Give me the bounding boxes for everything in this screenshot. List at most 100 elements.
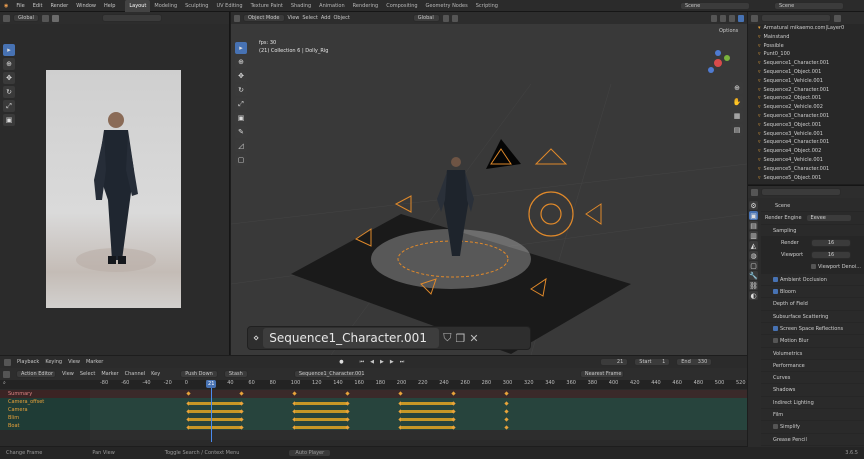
material-shading-icon[interactable]	[737, 14, 744, 22]
tab-texture-paint[interactable]: Texture Paint	[247, 0, 287, 12]
shot-name-field[interactable]: Sequence1_Character.001	[263, 328, 440, 348]
action-icon[interactable]: ⋄	[253, 333, 259, 344]
frame-start-field[interactable]: Start 1	[634, 358, 671, 366]
outliner-item[interactable]: ▿ Sequence4_Object.002	[748, 147, 864, 156]
timeline-view-menu[interactable]: View	[68, 359, 80, 365]
xray-icon[interactable]	[719, 14, 726, 22]
viewport-denoise-row[interactable]: Viewport Denoi...	[761, 261, 864, 274]
outliner-item[interactable]: ▿ Sequence5_Object.001	[748, 174, 864, 183]
keyframe-area[interactable]	[90, 390, 747, 440]
panel-subsurface-scattering[interactable]: Subsurface Scattering	[761, 310, 864, 323]
menu-window[interactable]: Window	[72, 0, 100, 12]
viewport-menu-add[interactable]: Add	[321, 15, 331, 21]
tool-tab-icon[interactable]: ⚙	[749, 201, 758, 210]
tab-rendering[interactable]: Rendering	[349, 0, 383, 12]
panel-screen-space-reflections[interactable]: Screen Space Reflections	[761, 322, 864, 336]
editor-type-icon[interactable]	[3, 370, 10, 378]
action-menu-select[interactable]: Select	[80, 371, 95, 377]
output-tab-icon[interactable]: ▤	[749, 221, 758, 230]
menu-edit[interactable]: Edit	[29, 0, 47, 12]
dopesheet-mode-dropdown[interactable]: Action Editor	[16, 370, 56, 378]
tab-scripting[interactable]: Scripting	[472, 0, 502, 12]
checkbox[interactable]	[773, 338, 778, 344]
proportional-edit-icon[interactable]	[451, 14, 458, 22]
outliner-item[interactable]: ▿ Sequence1_Vehicle.001	[748, 77, 864, 86]
blender-logo-icon[interactable]: ◉	[0, 0, 12, 12]
outliner-item[interactable]: ▾ Armatural mikaemo.com|Layer0	[748, 24, 864, 33]
action-menu-key[interactable]: Key	[151, 371, 160, 377]
mode-selector[interactable]: Object Mode	[243, 14, 285, 22]
action-menu-marker[interactable]: Marker	[101, 371, 118, 377]
playhead-frame-label[interactable]: 21	[206, 380, 217, 388]
solid-shading-icon[interactable]	[728, 14, 735, 22]
playback-menu[interactable]: Playback	[17, 359, 39, 365]
outliner-item[interactable]: ▿ Mainstand	[748, 33, 864, 42]
jump-start-icon[interactable]: ⏮	[360, 359, 365, 365]
outliner-item[interactable]: ▿ Sequence1_Object.001	[748, 68, 864, 77]
record-icon[interactable]: ●	[339, 359, 343, 365]
channel-camera-offset[interactable]: Camera_offset	[0, 398, 90, 406]
shield-icon[interactable]: ⛉	[443, 331, 451, 345]
scale-tool-icon[interactable]: ⤢	[3, 100, 15, 112]
jump-end-icon[interactable]: ⏭	[400, 359, 405, 365]
editor-type-icon[interactable]	[751, 14, 758, 22]
render-engine-dropdown[interactable]: Eevee	[805, 214, 852, 223]
timeline-marker-menu[interactable]: Marker	[86, 359, 103, 365]
menu-file[interactable]: File	[12, 0, 28, 12]
tab-geometry-nodes[interactable]: Geometry Nodes	[422, 0, 472, 12]
tab-uv-editing[interactable]: UV Editing	[212, 0, 246, 12]
move-tool-icon[interactable]: ✥	[3, 72, 15, 84]
channel-camera[interactable]: Camera	[0, 406, 90, 414]
outliner-item[interactable]: ▿ Sequence3_Vehicle.001	[748, 130, 864, 139]
view-layer-selector[interactable]: Scene	[774, 2, 844, 10]
panel-motion-blur[interactable]: Motion Blur	[761, 335, 864, 348]
panel-grease-pencil[interactable]: Grease Pencil	[761, 433, 864, 446]
push-down-button[interactable]: Push Down	[180, 370, 218, 378]
select-tool-icon[interactable]: ▸	[3, 44, 15, 56]
tab-animation[interactable]: Animation	[315, 0, 349, 12]
editor-type-icon[interactable]	[751, 188, 758, 196]
outliner-search[interactable]	[761, 14, 831, 22]
action-menu-view[interactable]: View	[62, 371, 74, 377]
stash-button[interactable]: Stash	[223, 370, 248, 378]
viewport-menu-view[interactable]: View	[288, 15, 300, 21]
viewport-menu-object[interactable]: Object	[334, 15, 350, 21]
material-tab-icon[interactable]: ◐	[749, 291, 758, 300]
tab-layout[interactable]: Layout	[125, 0, 151, 12]
filter-icon[interactable]	[834, 14, 841, 22]
panel-film[interactable]: Film	[761, 409, 864, 422]
viewport-samples-field[interactable]: 16	[811, 251, 851, 260]
outliner-item[interactable]: ▿ Sequence2_Vehicle.002	[748, 103, 864, 112]
image-search-field[interactable]	[101, 14, 162, 22]
channel-summary[interactable]: Summary	[0, 390, 90, 398]
tab-sculpting[interactable]: Sculpting	[181, 0, 212, 12]
checkbox[interactable]	[773, 289, 778, 295]
outliner-item[interactable]: ▿ Sequence1_Character.001	[748, 59, 864, 68]
transform-tool-icon[interactable]: ▣	[3, 114, 15, 126]
outliner-item[interactable]: ▿ Sequence2_Object.001	[748, 94, 864, 103]
object-tab-icon[interactable]: ▢	[749, 261, 758, 270]
constraint-tab-icon[interactable]: ⛓	[749, 281, 758, 290]
checkbox[interactable]	[773, 325, 778, 331]
menu-help[interactable]: Help	[100, 0, 119, 12]
panel-volumetrics[interactable]: Volumetrics	[761, 347, 864, 360]
rotate-tool-icon[interactable]: ↻	[3, 86, 15, 98]
transform-orientation-global[interactable]: Global	[412, 14, 440, 22]
transform-orientation[interactable]: Global	[13, 14, 39, 22]
search-icon[interactable]: ⌕	[3, 380, 6, 386]
checkbox[interactable]	[773, 276, 778, 282]
viewport-menu-select[interactable]: Select	[302, 15, 317, 21]
panel-shadows[interactable]: Shadows	[761, 384, 864, 397]
panel-depth-of-field[interactable]: Depth of Field	[761, 298, 864, 311]
close-icon[interactable]: ✕	[469, 332, 478, 345]
action-menu-channel[interactable]: Channel	[125, 371, 146, 377]
channel-boat[interactable]: Boat	[0, 422, 90, 430]
view-layer-tab-icon[interactable]: ▥	[749, 231, 758, 240]
outliner-item[interactable]: ▿ Punt0_100	[748, 50, 864, 59]
editor-type-icon[interactable]	[4, 358, 11, 366]
current-frame-field[interactable]: 21	[600, 358, 629, 366]
checkbox[interactable]	[773, 424, 778, 430]
frame-end-field[interactable]: End 330	[676, 358, 713, 366]
tab-shading[interactable]: Shading	[287, 0, 315, 12]
menu-render[interactable]: Render	[46, 0, 72, 12]
